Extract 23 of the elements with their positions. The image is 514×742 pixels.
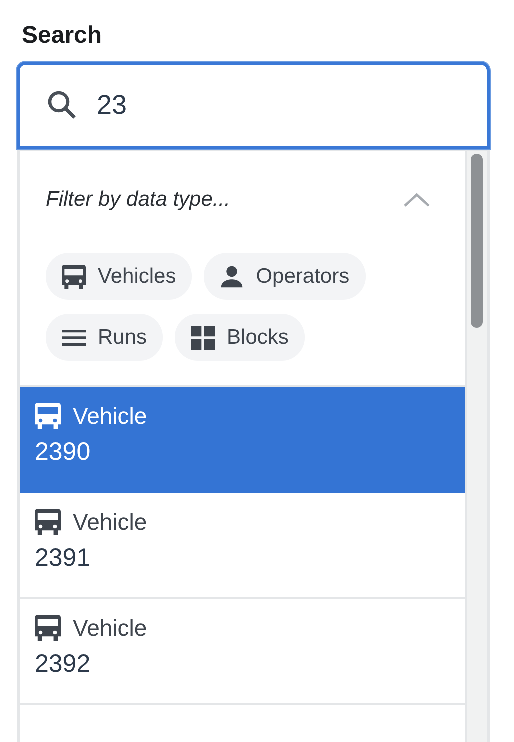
filter-chip[interactable]: Operators (204, 253, 366, 300)
filter-title: Filter by data type... (46, 187, 230, 214)
result-id: 2390 (35, 437, 91, 468)
result-type: Vehicle (73, 614, 148, 643)
bus-icon (35, 509, 61, 535)
filter-chip[interactable]: Vehicles (46, 253, 192, 300)
result-type: Vehicle (73, 402, 148, 431)
bus-icon (62, 264, 86, 288)
person-icon (220, 264, 244, 288)
scrollbar-thumb[interactable] (471, 154, 483, 328)
scrollbar[interactable] (465, 151, 487, 742)
result-id: 2392 (35, 649, 91, 680)
bus-icon (35, 403, 61, 429)
grid-icon (191, 326, 216, 350)
chevron-up-icon[interactable] (403, 192, 431, 208)
result-id: 2391 (35, 543, 91, 574)
bus-icon (35, 615, 61, 641)
search-label: Search (22, 21, 104, 51)
search-field[interactable]: 23 (17, 62, 490, 149)
result-type: Vehicle (73, 508, 148, 537)
result-item[interactable]: Vehicle 2390 (20, 387, 465, 493)
filter-chip[interactable]: Blocks (175, 314, 305, 361)
filter-chip[interactable]: Runs (46, 314, 164, 361)
